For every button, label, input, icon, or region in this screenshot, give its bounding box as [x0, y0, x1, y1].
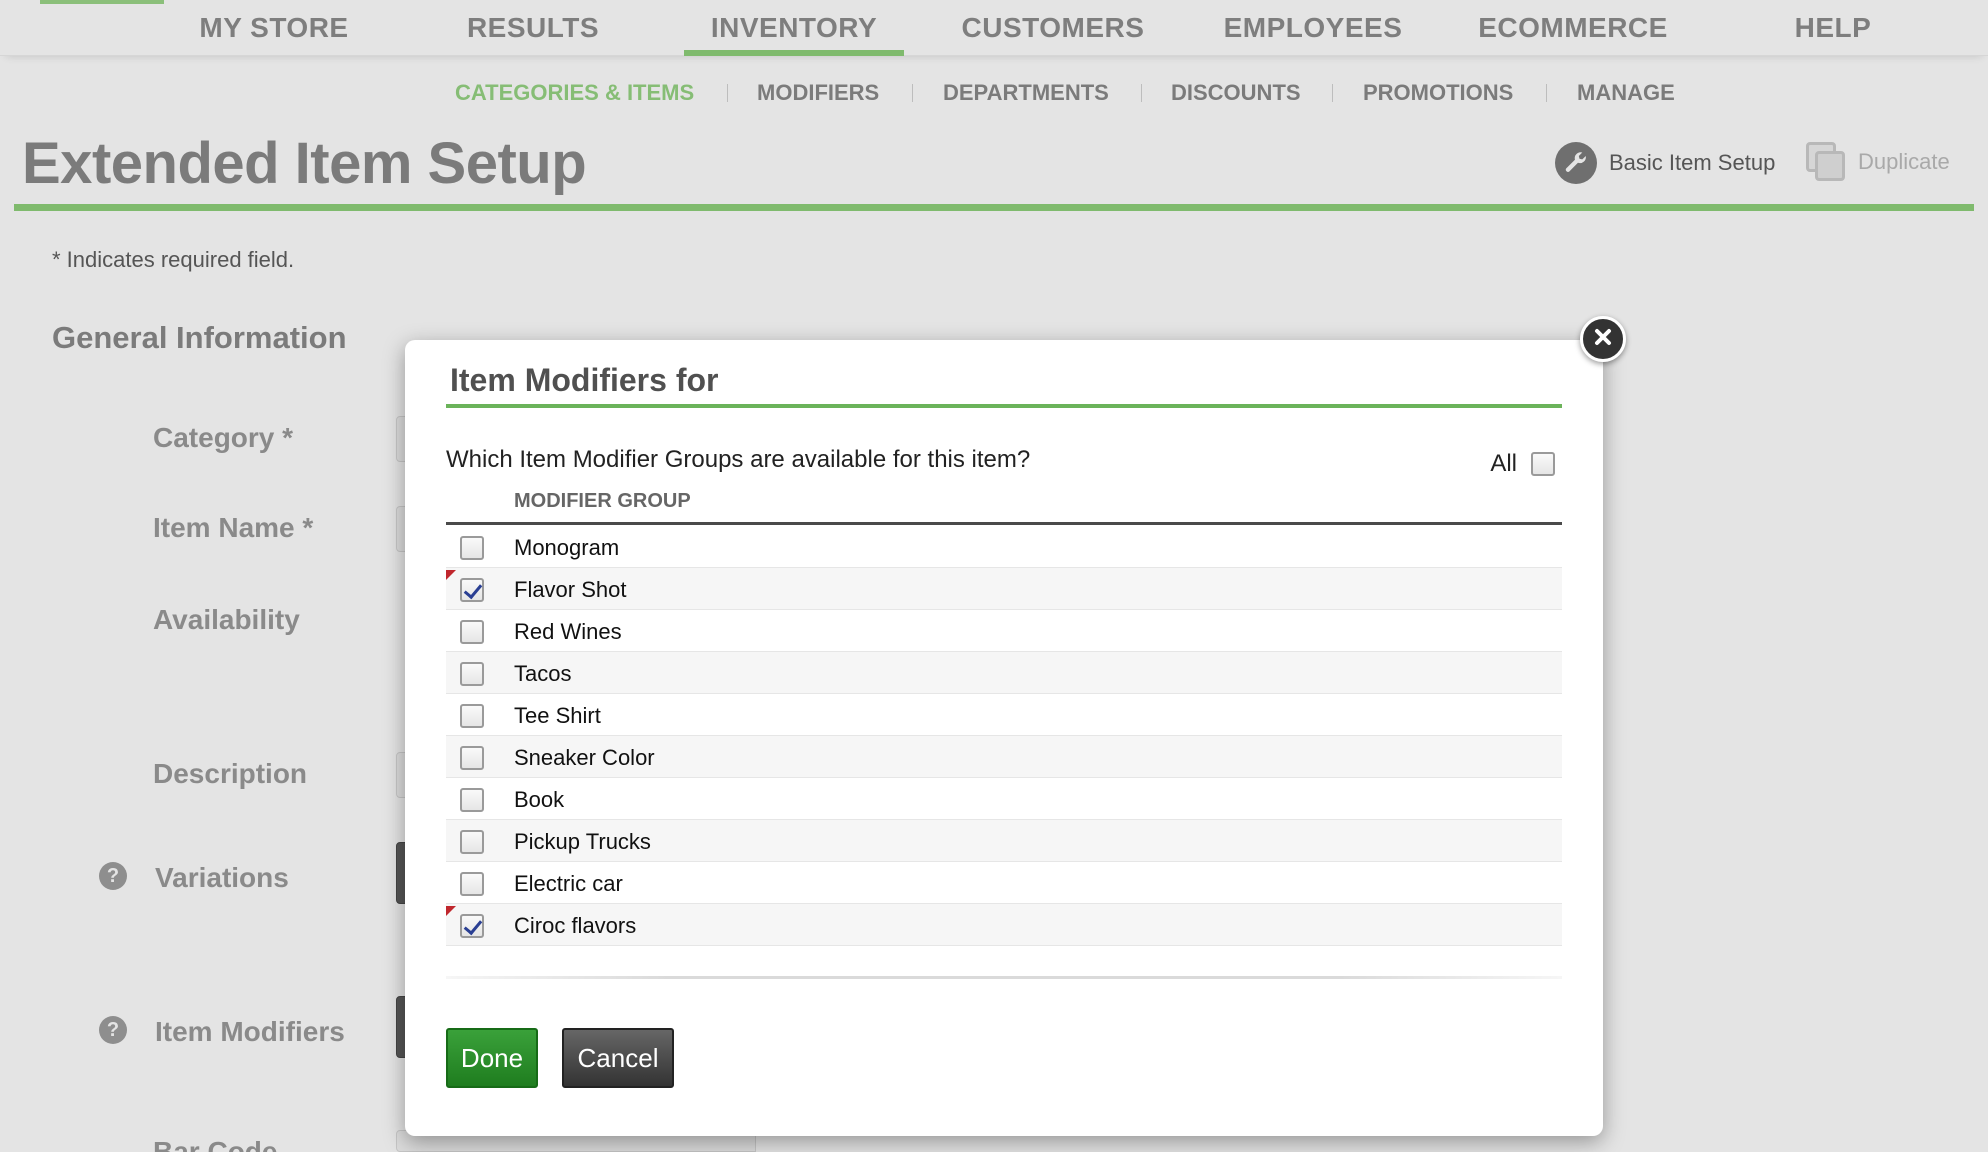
modifier-group-row[interactable]: Tacos — [446, 652, 1562, 694]
table-header-divider — [446, 522, 1562, 525]
changed-marker — [446, 906, 456, 916]
availability-label: Availability — [153, 604, 300, 635]
modifier-group-name: Electric car — [514, 871, 623, 896]
close-icon — [1592, 326, 1614, 353]
page-title: Extended Item Setup — [22, 131, 587, 196]
variations-help-icon[interactable]: ? — [99, 862, 127, 890]
modifier-group-name: Sneaker Color — [514, 745, 655, 770]
subnav-categories-items[interactable]: CATEGORIES & ITEMS — [455, 80, 694, 106]
duplicate-icon — [1806, 142, 1846, 182]
subnav-manage[interactable]: MANAGE — [1577, 80, 1675, 106]
modifier-group-checkbox[interactable] — [460, 704, 484, 728]
duplicate-button[interactable]: Duplicate — [1806, 142, 1950, 182]
dialog-title: Item Modifiers for — [450, 362, 719, 398]
close-dialog-button[interactable] — [1580, 316, 1626, 362]
modifier-group-name: Monogram — [514, 535, 620, 560]
modifier-group-name: Pickup Trucks — [514, 829, 651, 854]
modifier-group-row[interactable]: Flavor Shot — [446, 568, 1562, 610]
modifier-group-row[interactable]: Book — [446, 778, 1562, 820]
variations-label: Variations — [155, 862, 289, 893]
nav-customers[interactable]: CUSTOMERS — [950, 12, 1156, 56]
item-modifiers-help-icon[interactable]: ? — [99, 1016, 127, 1044]
modifier-group-checkbox[interactable] — [460, 620, 484, 644]
bar-code-label: Bar Code — [153, 1136, 278, 1152]
modifier-group-row[interactable]: Ciroc flavors — [446, 904, 1562, 946]
category-label: Category * — [153, 422, 294, 453]
modifier-group-name: Book — [514, 787, 565, 812]
modifier-group-checkbox[interactable] — [460, 830, 484, 854]
select-all-toggle: All — [1490, 450, 1555, 478]
nav-my-store[interactable]: MY STORE — [190, 12, 358, 56]
cancel-button[interactable]: Cancel — [562, 1028, 674, 1088]
nav-inventory[interactable]: INVENTORY — [684, 12, 904, 56]
sub-nav: CATEGORIES & ITEMS MODIFIERS DEPARTMENTS… — [0, 80, 1988, 110]
subnav-departments[interactable]: DEPARTMENTS — [943, 80, 1109, 106]
nav-employees[interactable]: EMPLOYEES — [1210, 12, 1416, 56]
modifier-group-row[interactable]: Sneaker Color — [446, 736, 1562, 778]
select-all-label: All — [1490, 450, 1517, 477]
required-field-note: * Indicates required field. — [52, 247, 295, 272]
modifier-group-row[interactable]: Pickup Trucks — [446, 820, 1562, 862]
general-information-heading: General Information — [52, 320, 347, 355]
modifier-group-checkbox[interactable] — [460, 536, 484, 560]
subnav-promotions[interactable]: PROMOTIONS — [1363, 80, 1513, 106]
modifier-group-name: Tee Shirt — [514, 703, 601, 728]
modifier-group-checkbox[interactable] — [460, 914, 484, 938]
wrench-icon — [1555, 142, 1597, 184]
nav-results[interactable]: RESULTS — [452, 12, 614, 56]
main-nav: MY STORE RESULTS INVENTORY CUSTOMERS EMP… — [0, 0, 1988, 56]
modifier-group-checkbox[interactable] — [460, 872, 484, 896]
modifier-group-row[interactable]: Red Wines — [446, 610, 1562, 652]
modifier-group-checkbox[interactable] — [460, 578, 484, 602]
modifier-group-name: Flavor Shot — [514, 577, 627, 602]
modifier-group-row[interactable]: Electric car — [446, 862, 1562, 904]
description-label: Description — [153, 758, 308, 789]
nav-help[interactable]: HELP — [1780, 12, 1886, 56]
list-footer-divider — [446, 976, 1562, 979]
modifier-group-checkbox[interactable] — [460, 746, 484, 770]
subnav-discounts[interactable]: DISCOUNTS — [1171, 80, 1301, 106]
modifier-group-column-header: MODIFIER GROUP — [514, 490, 691, 512]
done-button[interactable]: Done — [446, 1028, 538, 1088]
modifier-question: Which Item Modifier Groups are available… — [446, 446, 1031, 473]
modifier-group-name: Tacos — [514, 661, 572, 686]
subnav-divider — [912, 84, 913, 102]
basic-item-setup-link[interactable]: Basic Item Setup — [1555, 142, 1775, 184]
subnav-divider — [1141, 84, 1142, 102]
duplicate-label: Duplicate — [1858, 149, 1950, 174]
modifier-group-name: Red Wines — [514, 619, 622, 644]
subnav-divider — [1546, 84, 1547, 102]
basic-item-setup-label: Basic Item Setup — [1609, 150, 1776, 175]
nav-ecommerce[interactable]: ECOMMERCE — [1470, 12, 1676, 56]
modifier-group-checkbox[interactable] — [460, 662, 484, 686]
modifier-group-list: Monogram Flavor Shot Red Wines Tacos Tee Shi… — [446, 526, 1562, 946]
subnav-modifiers[interactable]: MODIFIERS — [757, 80, 879, 106]
modifier-group-name: Ciroc flavors — [514, 913, 637, 938]
item-modifiers-label: Item Modifiers — [155, 1016, 345, 1047]
subnav-divider — [727, 84, 728, 102]
changed-marker — [446, 570, 456, 580]
modifier-group-checkbox[interactable] — [460, 788, 484, 812]
dialog-title-divider — [446, 404, 1562, 408]
title-divider — [14, 204, 1974, 211]
subnav-divider — [1332, 84, 1333, 102]
item-modifiers-dialog: Item Modifiers for Which Item Modifier G… — [405, 340, 1603, 1136]
item-name-label: Item Name * — [153, 512, 314, 543]
modifier-group-row[interactable]: Tee Shirt — [446, 694, 1562, 736]
modifier-group-row[interactable]: Monogram — [446, 526, 1562, 568]
select-all-checkbox[interactable] — [1531, 452, 1555, 476]
